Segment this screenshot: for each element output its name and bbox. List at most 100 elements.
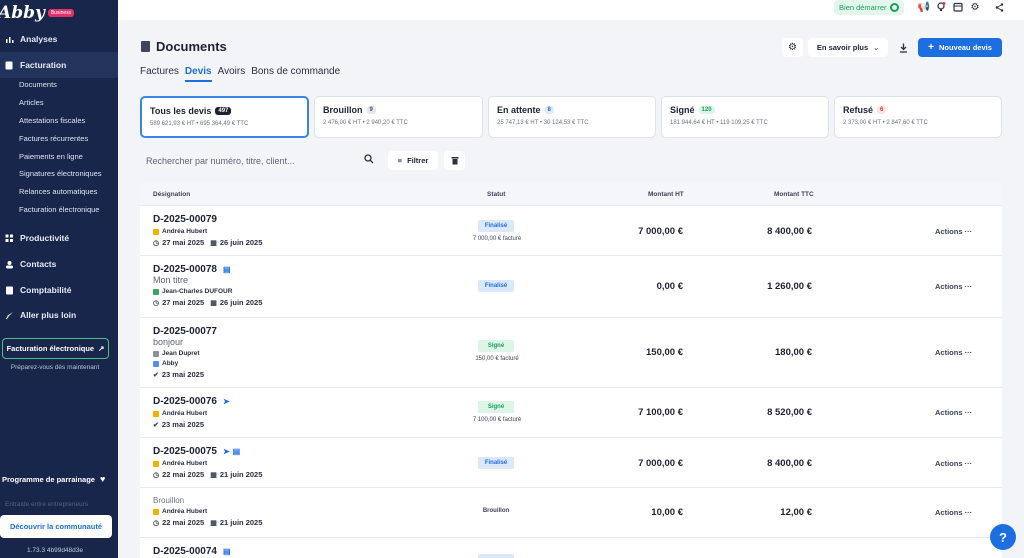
sidebar-subitem-signatures[interactable]: Signatures électroniques <box>0 165 118 183</box>
sidebar-item-aller-plus-loin[interactable]: Aller plus loin <box>0 302 118 328</box>
sidebar-subitem-recurring[interactable]: Factures récurrentes <box>0 129 118 147</box>
actions-menu[interactable]: Actions ··· <box>935 408 972 417</box>
filter-button[interactable]: ≡ Filtrer <box>388 151 438 170</box>
billed-amount: 150,00 € facturé <box>475 356 519 362</box>
table-row[interactable]: D-2025-00074 ▤ <box>140 537 1002 558</box>
sidebar-subitem-payments[interactable]: Paiements en ligne <box>0 147 118 165</box>
client-icon <box>153 228 159 235</box>
new-quote-label: Nouveau devis <box>938 43 992 52</box>
card-title: Signé <box>670 105 695 115</box>
learn-more-dropdown[interactable]: En savoir plus ⌄ <box>808 38 888 57</box>
card-totals: 181 944,64 € HT • 119 109,25 € TTC <box>670 120 768 126</box>
settings-button[interactable]: ⚙ <box>782 38 803 57</box>
delete-button[interactable] <box>444 151 465 170</box>
einvoicing-card[interactable]: Facturation électronique ↗ <box>2 338 109 359</box>
quote-title: Mon titre <box>153 275 189 285</box>
tab-factures[interactable]: Factures <box>140 66 179 82</box>
table-row[interactable]: D-2025-00077 bonjour Jean Dupret Abby ✔ 2… <box>140 317 1002 387</box>
billed-amount: 7 100,00 € facturé <box>472 417 522 423</box>
status-card-signed[interactable]: Signé 120 181 944,64 € HT • 119 109,25 € … <box>661 96 829 138</box>
client-icon <box>153 350 159 357</box>
draft-label[interactable]: Brouillon <box>153 496 262 505</box>
header-status[interactable]: Statut <box>487 191 505 198</box>
new-quote-button[interactable]: + Nouveau devis <box>918 38 1002 57</box>
quote-number[interactable]: D-2025-00075 ➤ ▤ <box>153 446 262 457</box>
sidebar-subitem-articles[interactable]: Articles <box>0 94 118 112</box>
tab-bons-de-commande[interactable]: Bons de commande <box>251 66 340 82</box>
amount-ttc: 12,00 € <box>780 507 812 518</box>
share-icon[interactable] <box>993 1 1005 13</box>
client-name: Jean Dupret <box>162 350 200 357</box>
amount-ttc: 8 520,00 € <box>767 407 812 418</box>
document-tabs: Factures Devis Avoirs Bons de commande <box>140 66 346 82</box>
sidebar-subitem-documents[interactable]: Documents <box>0 76 118 94</box>
status-card-refused[interactable]: Refusé 6 2 373,00 € HT • 2 847,60 € TTC <box>834 96 1002 138</box>
table-row[interactable]: D-2025-00078 ▤ Mon titre Jean-Charles DUF… <box>140 255 1002 317</box>
quote-number[interactable]: D-2025-00077 <box>153 326 217 337</box>
search-input[interactable]: Rechercher par numéro, titre, client... <box>140 150 380 171</box>
invoice-link-icon: ▤ <box>232 447 241 456</box>
sidebar-subitem-einvoicing[interactable]: Facturation électronique <box>0 201 118 219</box>
actions-menu[interactable]: Actions ··· <box>935 348 972 357</box>
getting-started-button[interactable]: Bien démarrer <box>834 0 904 15</box>
sidebar-item-analyses[interactable]: Analyses <box>0 26 118 52</box>
row-designation: D-2025-00078 ▤ Mon titre Jean-Charles DUF… <box>153 264 262 307</box>
client-icon <box>153 508 159 515</box>
rocket-icon <box>4 310 14 320</box>
sidebar-item-contacts[interactable]: Contacts <box>0 251 118 277</box>
client-secondary: Abby <box>153 360 217 367</box>
card-title: En attente <box>497 105 541 115</box>
logo[interactable]: Abby <box>0 3 45 23</box>
gear-icon[interactable]: ⚙ <box>969 1 981 13</box>
header-designation[interactable]: Désignation <box>153 191 190 198</box>
sidebar-item-facturation[interactable]: Facturation <box>0 52 118 78</box>
megaphone-icon[interactable]: 📢 <box>918 1 930 13</box>
status-card-pending[interactable]: En attente 8 25 747,13 € HT • 30 124,53 €… <box>488 96 656 138</box>
sidebar-item-productivite[interactable]: Productivité <box>0 225 118 251</box>
search-icon[interactable] <box>364 154 374 167</box>
sidebar-subitem-reminders[interactable]: Relances automatiques <box>0 183 118 201</box>
client-name: Andréa Hubert <box>162 460 208 467</box>
count-badge: 8 <box>544 106 554 114</box>
tab-devis[interactable]: Devis <box>184 66 212 82</box>
sidebar-item-comptabilite[interactable]: Comptabilité <box>0 277 118 303</box>
sidebar-subitem-attestations[interactable]: Attestations fiscales <box>0 112 118 130</box>
filter-label: Filtrer <box>407 156 429 165</box>
quote-number-text: D-2025-00076 <box>153 396 217 407</box>
clock-icon: ◷ <box>153 471 160 479</box>
table-row[interactable]: D-2025-00075 ➤ ▤ Andréa Hubert ◷ 22 mai 202… <box>140 437 1002 487</box>
actions-menu[interactable]: Actions ··· <box>935 227 972 236</box>
quote-number[interactable]: D-2025-00078 ▤ <box>153 264 262 275</box>
header-ht[interactable]: Montant HT <box>648 191 684 198</box>
table-row[interactable]: D-2025-00079 Andréa Hubert ◷ 27 mai 2025 ▦… <box>140 205 1002 255</box>
referral-program[interactable]: Programme de parrainage ♥ <box>0 474 118 484</box>
calendar-icon[interactable] <box>952 1 964 13</box>
einvoicing-card-label: Facturation électronique <box>6 344 95 353</box>
actions-menu[interactable]: Actions ··· <box>935 508 972 517</box>
tab-avoirs[interactable]: Avoirs <box>218 66 246 82</box>
quote-title: bonjour <box>153 337 184 347</box>
client: Andréa Hubert <box>153 460 262 467</box>
table-row[interactable]: D-2025-00076 ➤ Andréa Hubert ✔ 23 mai 2025… <box>140 387 1002 437</box>
company-name: Abby <box>162 360 179 367</box>
community-button[interactable]: Découvrir la communauté <box>0 515 112 538</box>
quote-number[interactable]: D-2025-00076 ➤ <box>153 396 230 407</box>
help-button[interactable]: ? <box>990 524 1016 550</box>
quote-number[interactable]: D-2025-00079 <box>153 214 262 225</box>
status-card-draft[interactable]: Brouillon 9 2 476,00 € HT • 2 940,20 € TT… <box>314 96 483 138</box>
download-button[interactable] <box>893 38 913 57</box>
send-icon: ➤ <box>222 447 230 456</box>
dates: ◷ 22 mai 2025 ▦ 21 juin 2025 <box>153 518 262 527</box>
status-badge <box>478 554 514 558</box>
header-ttc[interactable]: Montant TTC <box>774 191 814 198</box>
quote-number[interactable]: D-2025-00074 ▤ <box>153 546 231 557</box>
plus-icon: + <box>928 42 934 53</box>
actions-menu[interactable]: Actions ··· <box>935 282 972 291</box>
bulb-icon[interactable] <box>935 1 947 13</box>
quote-number-text: D-2025-00078 <box>153 264 217 275</box>
card-title: Brouillon <box>323 105 363 115</box>
status-card-all[interactable]: Tous les devis 497 589 621,93 € HT • 695 … <box>140 96 309 138</box>
table-row[interactable]: Brouillon Andréa Hubert ◷ 22 mai 2025 ▦ 21 … <box>140 487 1002 537</box>
actions-menu[interactable]: Actions ··· <box>935 459 972 468</box>
sidebar-item-label: Facturation <box>20 60 67 70</box>
